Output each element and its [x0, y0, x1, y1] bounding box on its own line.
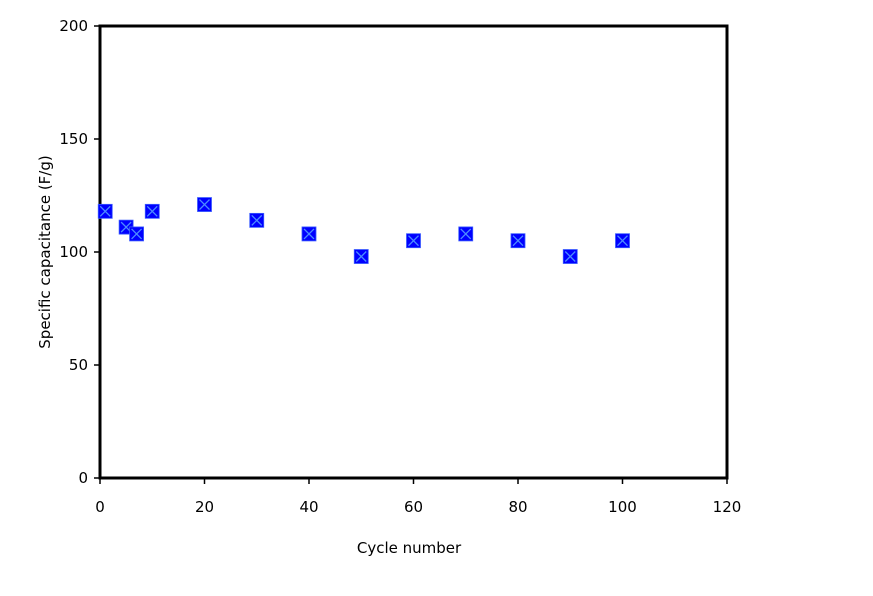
y-tick-label: 50: [69, 356, 88, 374]
plot-border: [98, 24, 729, 480]
x-tick-label: 100: [608, 498, 637, 516]
x-axis-title: Cycle number: [357, 539, 462, 557]
y-tick-label: 100: [59, 243, 88, 261]
data-point: [301, 226, 317, 242]
data-point: [615, 233, 630, 249]
data-point: [458, 226, 474, 242]
y-tick-label: 0: [78, 469, 88, 487]
x-axis: 0 20 40 60 80 100 120: [95, 478, 873, 525]
data-point: [197, 197, 212, 212]
label-clip-mask: [742, 495, 873, 525]
data-point: [510, 233, 526, 249]
y-tick-label: 150: [59, 130, 88, 148]
data-point: [97, 203, 113, 219]
plot-area: [98, 24, 729, 480]
data-point: [406, 233, 421, 249]
data-point: [562, 249, 578, 264]
x-tick-label: 120: [713, 498, 742, 516]
y-axis-title: Specific capacitance (F/g): [36, 155, 54, 348]
data-point: [144, 203, 160, 219]
y-axis: 0 50 100 150 200: [59, 17, 100, 487]
scatter-chart: 0 50 100 150 200 0 20 40 60 80 100 120 Cycle numbe…: [36, 17, 873, 557]
x-tick-label: 80: [508, 498, 527, 516]
data-point: [129, 226, 144, 242]
x-tick-label: 0: [95, 498, 105, 516]
data-points: [97, 197, 630, 264]
data-point: [353, 249, 369, 264]
x-tick-label: 40: [299, 498, 318, 516]
data-point: [249, 212, 265, 228]
y-tick-label: 200: [59, 17, 88, 35]
x-tick-label: 20: [195, 498, 214, 516]
x-tick-label: 60: [404, 498, 423, 516]
